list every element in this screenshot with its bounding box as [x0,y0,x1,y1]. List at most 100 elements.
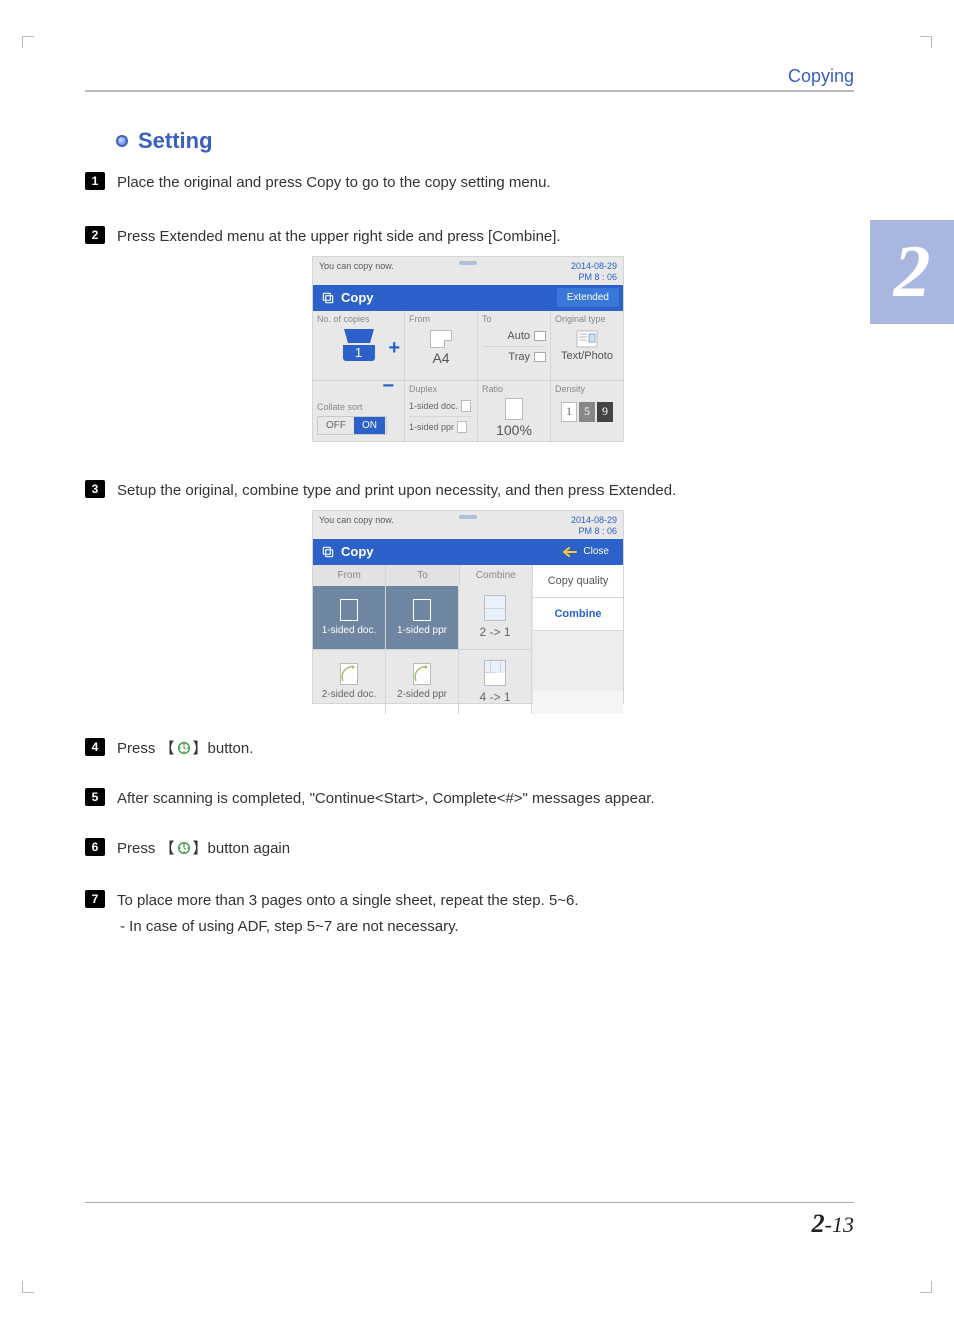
step-3: 3 Setup the original, combine type and p… [85,480,854,501]
page-header: Copying [788,66,854,87]
copies-cell[interactable]: No. of copies + 1 [313,311,405,381]
ss-date: 2014-08-29 [571,515,617,526]
step-4: 4 Press 【】button. [85,738,854,759]
cell-label: From [409,314,473,324]
start-icon [175,739,193,757]
original-type-value: Text/Photo [555,350,619,362]
text-prefix: Press 【 [117,740,175,757]
close-button[interactable]: Close [553,542,619,561]
text-suffix: 】button. [193,740,254,757]
ss-datetime: 2014-08-29 PM 8 : 06 [571,261,617,283]
step-5: 5 After scanning is completed, "Continue… [85,788,854,809]
section-title-text: Setting [138,128,213,154]
ss-title: Copy [341,544,374,559]
collate-toggle[interactable]: OFF ON [317,416,387,435]
ss-titlebar: Copy Extended [313,285,623,311]
plus-icon[interactable]: + [388,337,400,360]
opt-4to1[interactable]: 4 -> 1 [459,650,532,714]
to-tray: Tray [508,351,530,363]
duplex-cell[interactable]: Duplex 1-sided doc. 1-sided ppr [405,381,478,443]
step-text: Press 【】button again [117,838,854,859]
auto-icon [534,331,546,341]
to-cell[interactable]: To Auto Tray [478,311,551,381]
step-number: 3 [85,480,105,498]
bullet-icon [116,135,128,147]
copy-icon [321,545,335,559]
duplex-doc: 1-sided doc. [409,401,458,411]
back-arrow-icon [563,547,577,557]
copy-screen-2: You can copy now. 2014-08-29 PM 8 : 06 C… [312,510,624,704]
crop-mark [22,1281,34,1293]
menu-copy-quality[interactable]: Copy quality [533,565,623,598]
ratio-cell[interactable]: Ratio 100% [478,381,551,443]
section-heading: Setting [116,128,213,154]
cell-label: Duplex [409,384,473,394]
step-number: 1 [85,172,105,190]
opt-label: 1-sided ppr [397,625,447,636]
duplex-ppr: 1-sided ppr [409,422,454,432]
opt-label: 2-sided ppr [397,689,447,700]
step-text: After scanning is completed, "Continue<S… [117,788,854,809]
step-7: 7 To place more than 3 pages onto a sing… [85,890,854,911]
opt-label: 1-sided doc. [322,625,376,636]
drag-handle-icon [459,515,477,519]
crop-mark [920,36,932,48]
step-text: Press 【 】button. [117,738,854,759]
page-number: 2-13 [812,1209,854,1239]
step-6: 6 Press 【】button again [85,838,854,859]
extended-button[interactable]: Extended [557,288,619,307]
opt-label: 2 -> 1 [479,625,510,639]
step-text: To place more than 3 pages onto a single… [117,890,854,911]
tab-from[interactable]: From [313,565,386,586]
density-9: 9 [597,402,613,422]
opt-2to1[interactable]: 2 -> 1 [459,586,532,650]
ss-status-text: You can copy now. [319,261,394,271]
density-1: 1 [561,402,577,422]
step-text: Setup the original, combine type and pri… [117,480,854,501]
step-number: 5 [85,788,105,806]
crop-mark [920,1281,932,1293]
footer-rule [85,1202,854,1203]
ss-time: PM 8 : 06 [571,272,617,283]
step-number: 2 [85,226,105,244]
step-1: 1 Place the original and press Copy to g… [85,172,854,193]
drag-handle-icon [459,261,477,265]
tab-to[interactable]: To [386,565,459,586]
opt-2sided-ppr[interactable]: 2-sided ppr [386,650,459,714]
header-rule [85,90,854,92]
density-cell[interactable]: Density 1 5 9 [551,381,623,443]
ss-status-bar: You can copy now. 2014-08-29 PM 8 : 06 [313,511,623,539]
footer-chapter: 2 [812,1209,825,1238]
combine-4-icon [484,660,506,686]
cell-label: Density [555,384,619,394]
text-suffix: 】button again [193,840,291,857]
menu-combine[interactable]: Combine [533,598,623,631]
page-icon [461,400,471,412]
tab-combine[interactable]: Combine [460,565,533,586]
original-type-cell[interactable]: Original type Text/Photo [551,311,623,381]
ratio-icon [505,398,523,420]
cell-label: To [482,314,546,324]
doc-icon [340,599,358,621]
ss-time: PM 8 : 06 [571,526,617,537]
chapter-tab-number: 2 [894,230,931,315]
from-cell[interactable]: From A4 [405,311,478,381]
crop-mark [22,36,34,48]
doc-icon [413,599,431,621]
opt-1sided-ppr[interactable]: 1-sided ppr [386,586,459,650]
tray-icon [342,327,376,345]
collate-cell[interactable]: − Collate sort OFF ON [313,381,405,443]
opt-label: 2-sided doc. [322,689,376,700]
footer-page: 13 [832,1212,854,1237]
density-selector[interactable]: 1 5 9 [555,402,619,422]
copies-value: 1 [343,345,375,361]
opt-2sided-doc[interactable]: 2-sided doc. [313,650,386,714]
on-label: ON [354,417,385,434]
opt-1sided-doc[interactable]: 1-sided doc. [313,586,386,650]
ratio-value: 100% [482,422,546,438]
cell-label: Ratio [482,384,546,394]
minus-icon[interactable]: − [382,375,394,446]
copy-screen-1: You can copy now. 2014-08-29 PM 8 : 06 C… [312,256,624,442]
step-text: Place the original and press Copy to go … [117,172,854,193]
opt-label: 4 -> 1 [479,690,510,704]
